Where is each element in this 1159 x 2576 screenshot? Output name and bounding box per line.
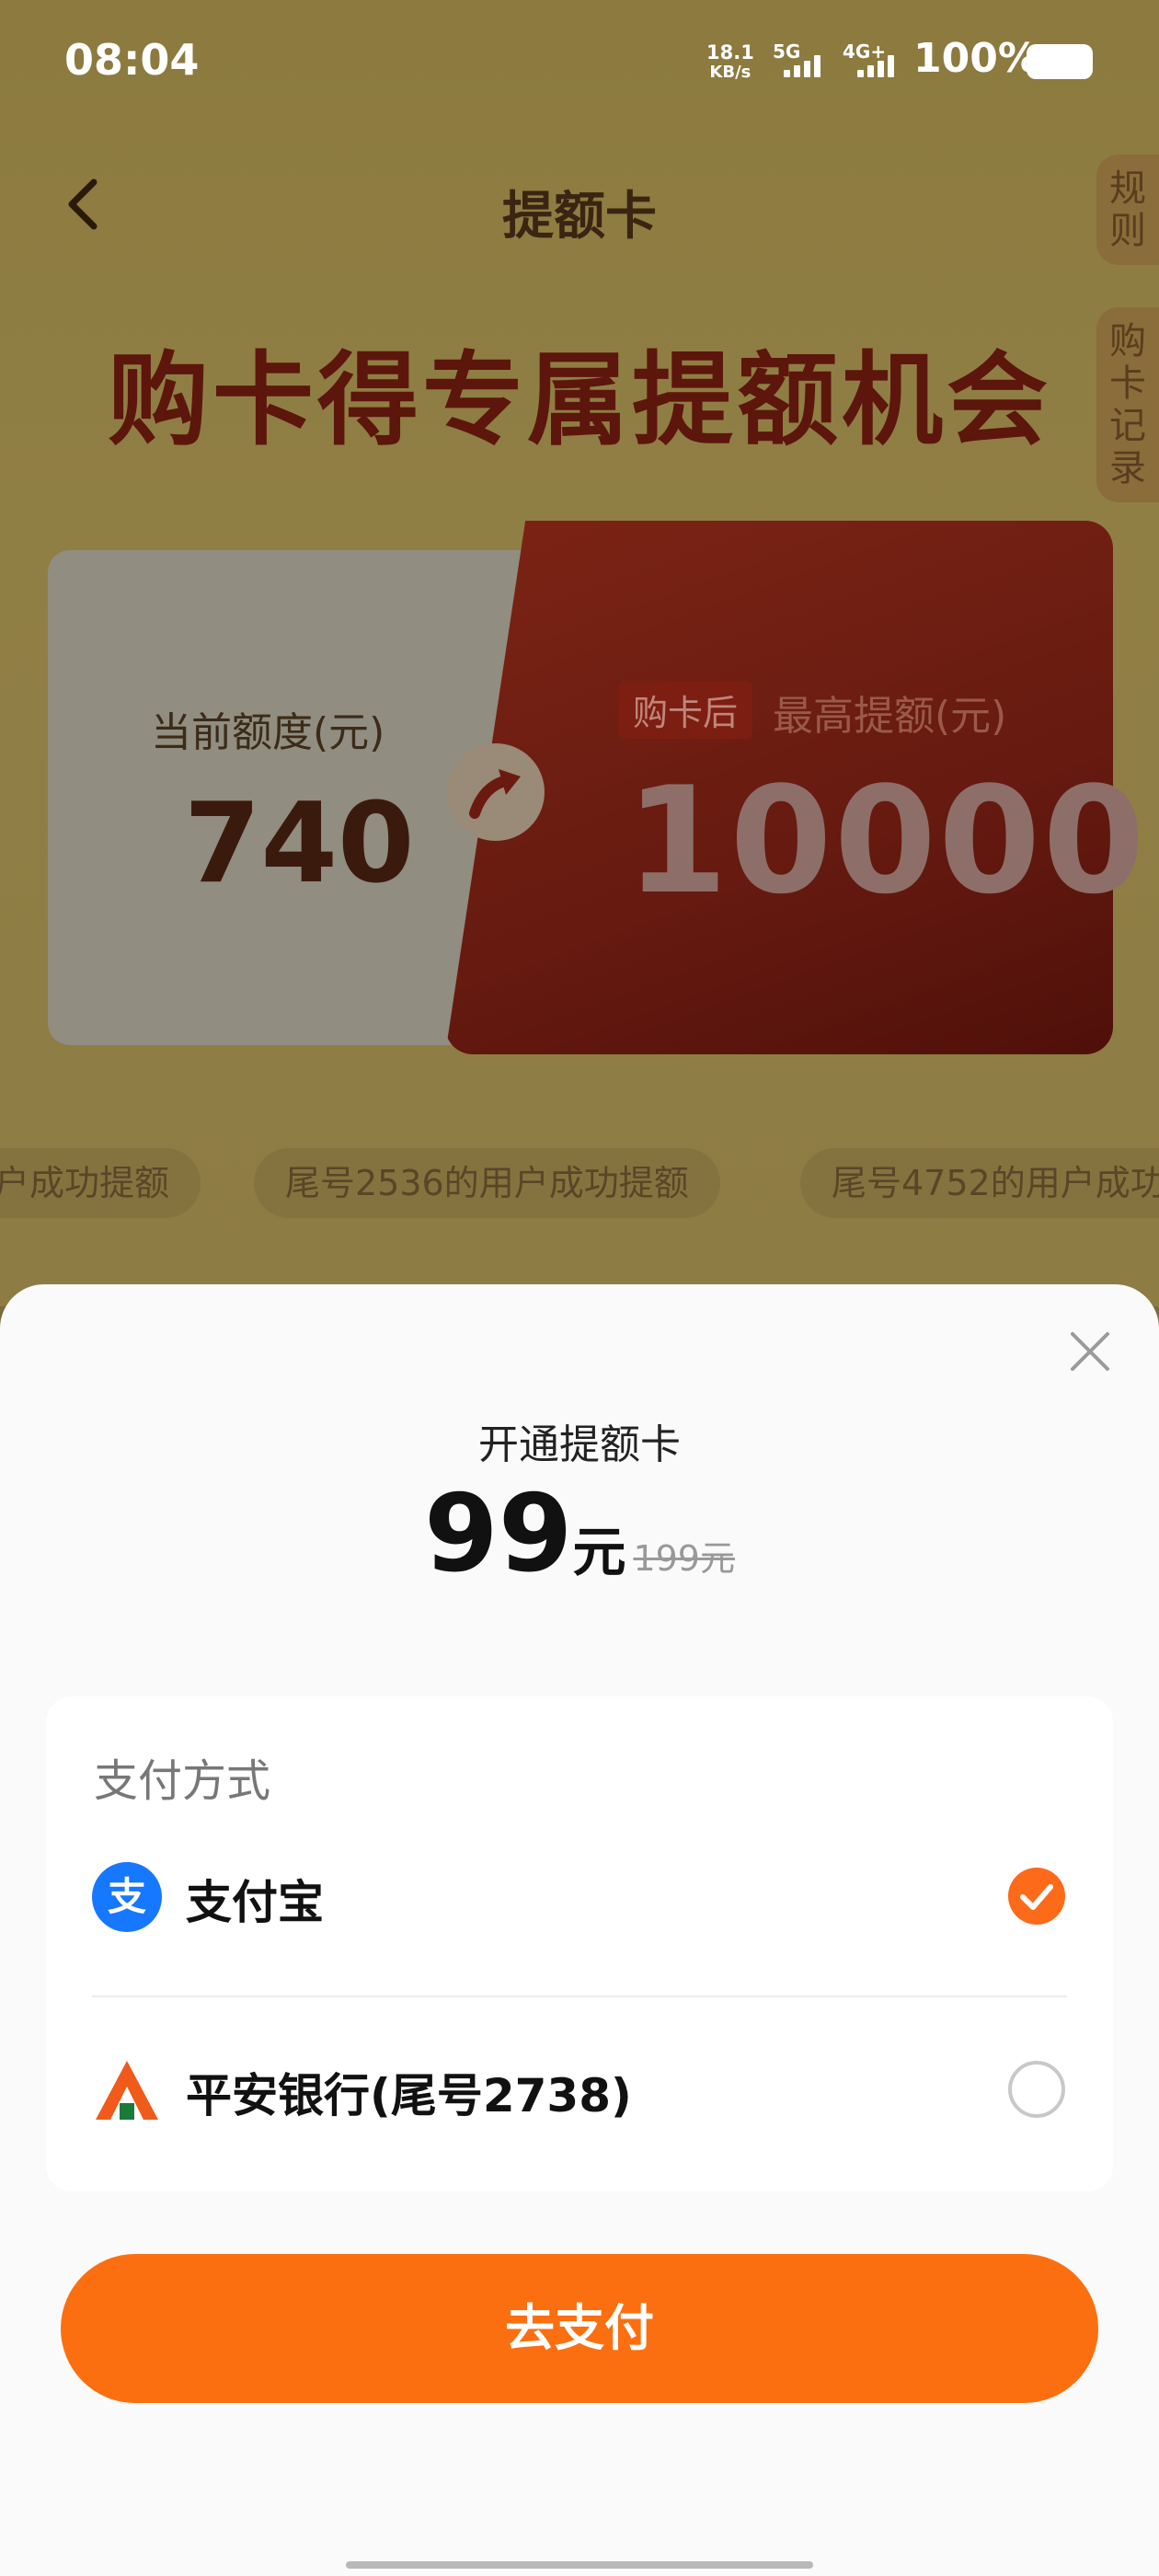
payment-option-pingan-bank[interactable]: 平安银行(尾号2738) <box>46 2031 1113 2142</box>
original-price: 199元 <box>633 1538 735 1579</box>
net-speed-value: 18.1 <box>706 41 754 63</box>
arrow-up-icon <box>447 743 545 841</box>
radio-selected[interactable] <box>1008 1868 1065 1925</box>
ticker-item: 尾号4752的用户成功 <box>800 1148 1159 1218</box>
status-bar: 08:04 18.1 KB/s 5G 4G+ 100% <box>0 0 1159 129</box>
signal-5g-icon <box>784 55 820 77</box>
payment-option-label: 支付宝 <box>186 1876 324 1929</box>
rules-tab[interactable]: 规则 <box>1096 155 1159 265</box>
divider <box>92 1995 1067 1997</box>
sheet-title: 开通提额卡 <box>478 1421 681 1468</box>
payment-methods-heading: 支付方式 <box>94 1755 271 1807</box>
home-indicator[interactable] <box>346 2561 813 2569</box>
rules-tab-label: 规则 <box>1109 167 1146 252</box>
alipay-icon: 支 <box>92 1862 162 1932</box>
battery-icon <box>1027 44 1093 79</box>
background-page: 08:04 18.1 KB/s 5G 4G+ 100% 提额卡 规则 购卡记录 … <box>0 0 1159 1306</box>
price-unit: 元 <box>572 1521 626 1583</box>
pay-button[interactable]: 去支付 <box>61 2254 1098 2403</box>
signal-4g-icon <box>857 55 894 77</box>
payment-option-label: 平安银行(尾号2738) <box>186 2069 632 2122</box>
svg-text:支: 支 <box>108 1874 146 1919</box>
after-purchase-badge: 购卡后 <box>618 681 753 739</box>
radio-unselected[interactable] <box>1008 2061 1065 2118</box>
max-limit-label: 最高提额(元) <box>773 693 1007 740</box>
pingan-bank-icon <box>96 2061 158 2120</box>
payment-methods-card: 支付方式 支 支付宝 平安银行(尾号2738) <box>46 1696 1113 2191</box>
current-limit-label: 当前额度(元) <box>151 709 385 756</box>
battery-percent: 100% <box>913 35 1039 82</box>
net-speed-unit: KB/s <box>709 63 752 82</box>
network-speed: 18.1 KB/s <box>706 42 754 83</box>
max-limit-value: 10000 <box>625 754 1147 926</box>
ticker-item: 户成功提额 <box>0 1148 201 1218</box>
price-value: 99 <box>424 1472 573 1596</box>
hero-headline: 购卡得专属提额机会 <box>108 341 1051 459</box>
price-row: 99元 199元 <box>0 1472 1159 1596</box>
current-limit-value: 740 <box>184 780 415 908</box>
close-icon[interactable] <box>1067 1328 1113 1374</box>
ticker-item: 尾号2536的用户成功提额 <box>254 1148 720 1218</box>
status-time: 08:04 <box>64 35 200 85</box>
success-ticker: 户成功提额 尾号2536的用户成功提额 尾号4752的用户成功 <box>0 1148 1159 1218</box>
page-title: 提额卡 <box>502 187 657 247</box>
payment-option-alipay[interactable]: 支 支付宝 <box>46 1838 1113 1949</box>
check-icon <box>1020 1884 1053 1910</box>
